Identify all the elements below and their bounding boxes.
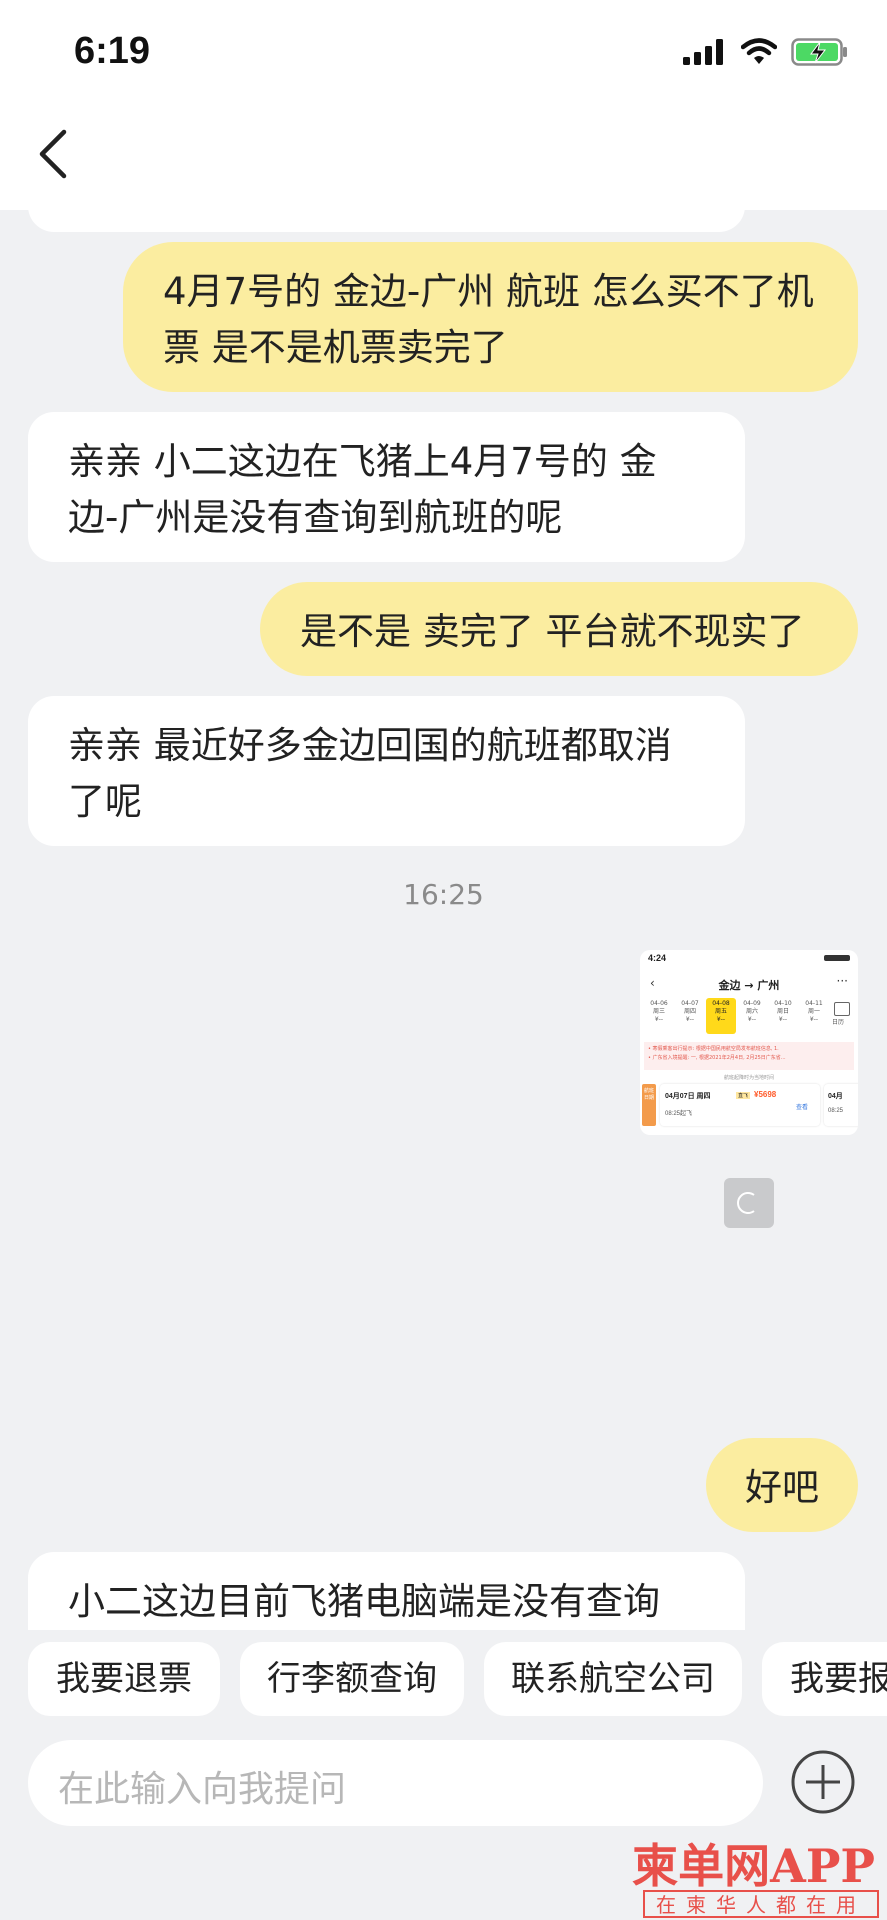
- thumb-flight-card-2: 04月 08:25: [824, 1084, 858, 1126]
- image-message-screenshot[interactable]: 4:24 ‹ 金边 → 广州 ··· 04-06 周三 ¥-- 04-07 周四 ¥--…: [640, 950, 858, 1135]
- thumb-card2-date: 04月: [828, 1093, 843, 1100]
- thumb-status-icons: [824, 955, 850, 961]
- quick-action-report[interactable]: 我要报: [762, 1642, 887, 1716]
- thumb-route-title: 金边 → 广州: [718, 979, 780, 992]
- plus-circle-icon[interactable]: [790, 1749, 856, 1815]
- thumb-card-time: 08:25起飞: [665, 1111, 693, 1117]
- message-timestamp: 16:25: [403, 878, 484, 911]
- thumb-side-tag: 航班日期: [642, 1084, 656, 1126]
- quick-action-contact-airline[interactable]: 联系航空公司: [484, 1642, 742, 1716]
- status-bar: 6:19: [0, 0, 887, 100]
- thumb-date: 04-09 周六 ¥--: [743, 1000, 761, 1023]
- message-input-placeholder: 在此输入向我提问: [58, 1769, 347, 1810]
- status-time: 6:19: [74, 30, 151, 72]
- thumb-date: 04-10 周日 ¥--: [774, 1000, 792, 1023]
- message-bubble-agent: 小二这边目前飞猪电脑端是没有查询: [28, 1552, 745, 1630]
- thumb-more-icon: ···: [836, 974, 848, 988]
- watermark-subtitle: 在柬华人都在用: [643, 1890, 879, 1918]
- quick-actions-bar: 我要退票 行李额查询 联系航空公司 我要报: [0, 1630, 887, 1720]
- thumb-card-date: 04月07日 周四: [665, 1093, 711, 1100]
- thumb-date: 04-11 周一 ¥--: [805, 1000, 823, 1023]
- thumb-calendar-icon: [834, 1002, 850, 1016]
- message-bubble-user: 4月7号的 金边-广州 航班 怎么买不了机票 是不是机票卖完了: [123, 242, 858, 392]
- chat-area[interactable]: 4月7号的 金边-广州 航班 怎么买不了机票 是不是机票卖完了 亲亲 小二这边在…: [0, 210, 887, 1630]
- message-bubble-agent: 亲亲 最近好多金边回国的航班都取消了呢: [28, 696, 745, 846]
- watermark-title: 柬单网APP: [632, 1839, 875, 1893]
- quick-action-refund[interactable]: 我要退票: [28, 1642, 220, 1716]
- thumb-status-time: 4:24: [648, 953, 667, 963]
- watermark-logo: 柬单网APP 在柬华人都在用: [620, 1830, 887, 1920]
- status-icons: [683, 38, 849, 66]
- thumb-notice-box: • 寒假乘客出行提示: 根据中国民用航空局发布航班信息, 1. • 广东省入境提…: [644, 1042, 854, 1070]
- thumb-card-badge: 直飞: [736, 1092, 751, 1099]
- message-bubble-user: 是不是 卖完了 平台就不现实了: [260, 582, 858, 676]
- thumb-date-active: 04-08 周五 ¥--: [706, 998, 736, 1034]
- message-bubble-agent: 亲亲 小二这边在飞猪上4月7号的 金边-广州是没有查询到航班的呢: [28, 412, 745, 562]
- wifi-icon: [741, 38, 777, 64]
- quick-action-baggage[interactable]: 行李额查询: [240, 1642, 464, 1716]
- thumb-section-label: 航班起降时为当地时间: [723, 1075, 774, 1081]
- previous-message-bubble: [28, 210, 745, 232]
- battery-charging-icon: [791, 38, 847, 66]
- nav-bar: [0, 100, 887, 210]
- thumb-date: 04-06 周三 ¥--: [650, 1000, 668, 1023]
- thumb-date: 04-07 周四 ¥--: [681, 1000, 699, 1023]
- message-bubble-user: 好吧: [706, 1438, 858, 1532]
- thumb-flight-card: 04月07日 周四 直飞 ¥5698 08:25起飞 查看: [660, 1084, 820, 1126]
- thumb-calendar-label: 日历: [832, 1019, 845, 1026]
- thumb-date-row: 04-06 周三 ¥-- 04-07 周四 ¥-- 04-08 周五 ¥-- 04-09 周六…: [644, 998, 854, 1040]
- thumb-card-price: ¥5698: [754, 1090, 777, 1099]
- message-input[interactable]: 在此输入向我提问: [28, 1740, 763, 1826]
- back-chevron-icon[interactable]: [30, 124, 80, 184]
- thumb-card2-time: 08:25: [828, 1108, 844, 1114]
- signal-icon: [683, 39, 723, 65]
- loading-spinner-icon: [724, 1178, 774, 1228]
- thumb-card-link: 查看: [796, 1104, 809, 1111]
